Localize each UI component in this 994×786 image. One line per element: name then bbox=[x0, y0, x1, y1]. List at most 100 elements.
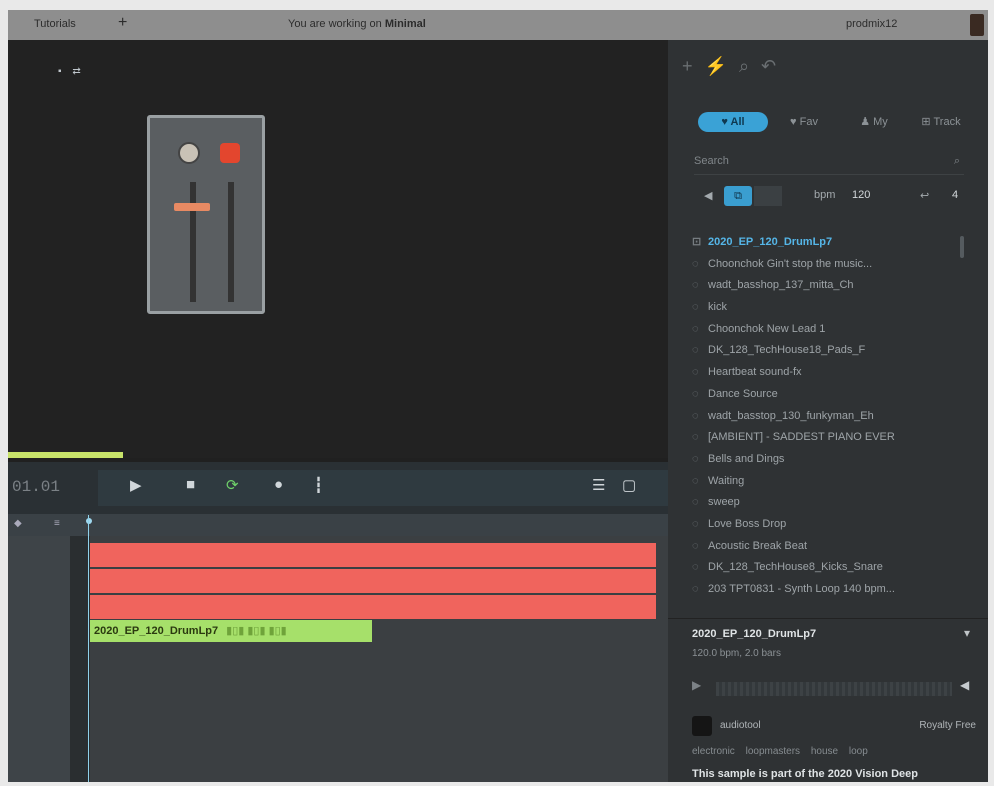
add-tab-button[interactable]: + bbox=[118, 14, 127, 32]
play-icon[interactable]: ▶ bbox=[130, 476, 142, 494]
tag-list: electronic loopmasters house loop bbox=[692, 746, 876, 757]
folder-icon[interactable]: ▢ bbox=[622, 476, 636, 494]
stop-icon[interactable]: ■ bbox=[186, 476, 195, 493]
transport-bar: 01.01 ▶ ■ ⟳ ● ┇ ☰ ▢ bbox=[8, 462, 668, 514]
list-item-label: 2020_EP_120_DrumLp7 bbox=[708, 236, 833, 248]
list-item[interactable]: ◌ wadt_basstop_130_funkyman_Eh bbox=[692, 406, 968, 428]
timeline-ruler[interactable]: ◆ ≡ bbox=[8, 514, 668, 536]
desktop-stage[interactable]: ▪ ⇄ bbox=[8, 40, 668, 458]
list-item-label: Choonchok Gin't stop the music... bbox=[708, 257, 873, 270]
sample-icon: ◌ bbox=[692, 474, 699, 487]
list-item-label: Bells and Dings bbox=[708, 452, 785, 465]
list-item[interactable]: ◌ 203 TPT0831 - Synth Loop 140 bpm... bbox=[692, 579, 968, 601]
sample-icon: ◌ bbox=[692, 583, 699, 595]
match-bpm-button[interactable]: ⧉ bbox=[724, 186, 752, 206]
speaker-icon[interactable]: ◀ bbox=[960, 678, 969, 692]
return-icon[interactable]: ↩ bbox=[920, 189, 929, 202]
record-icon[interactable]: ● bbox=[274, 476, 283, 493]
record-arm-button[interactable] bbox=[220, 143, 240, 163]
browser-panel: + ⚡ ⌕ ↶ ♥ All ♥ Fav ♟ My ⊞ Track Search ⌕ ◀… bbox=[668, 40, 988, 782]
sample-icon: ◌ bbox=[692, 452, 699, 465]
author-name[interactable]: audiotool bbox=[720, 720, 761, 731]
ruler-diamond-icon[interactable]: ◆ bbox=[14, 518, 22, 529]
sample-icon: ◌ bbox=[692, 301, 699, 314]
view-icons[interactable]: ▪ ⇄ bbox=[58, 66, 85, 77]
tag[interactable]: loopmasters bbox=[746, 746, 800, 757]
tag[interactable]: house bbox=[811, 746, 838, 757]
list-item[interactable]: ◌ DK_128_TechHouse8_Kicks_Snare bbox=[692, 557, 968, 579]
ruler-menu-icon[interactable]: ≡ bbox=[54, 518, 60, 529]
mixer-device[interactable] bbox=[147, 115, 265, 314]
add-icon[interactable]: + bbox=[682, 56, 693, 76]
author-avatar[interactable] bbox=[692, 716, 712, 736]
list-item-label: Acoustic Break Beat bbox=[708, 539, 808, 552]
waveform-preview[interactable] bbox=[716, 682, 952, 696]
chevron-down-icon[interactable]: ▾ bbox=[964, 626, 970, 640]
list-scrollbar[interactable] bbox=[960, 236, 964, 258]
search-input[interactable]: Search ⌕ bbox=[694, 148, 964, 175]
playhead[interactable] bbox=[88, 515, 89, 782]
selected-sample-title: 2020_EP_120_DrumLp7 bbox=[692, 628, 817, 640]
sample-icon: ◌ bbox=[692, 387, 699, 400]
license-label: Royalty Free bbox=[919, 720, 976, 731]
sample-description: This sample is part of the 2020 Vision D… bbox=[692, 768, 918, 780]
undo-icon[interactable]: ↶ bbox=[761, 56, 776, 76]
list-item-label: Choonchok New Lead 1 bbox=[708, 322, 826, 335]
bpm-value[interactable]: 120 bbox=[852, 189, 870, 201]
filter-my[interactable]: ♟ My bbox=[846, 112, 902, 132]
list-item-label: [AMBIENT] - SADDEST PIANO EVER bbox=[708, 431, 895, 444]
sample-icon: ◌ bbox=[692, 539, 699, 552]
list-item[interactable]: ◌ kick bbox=[692, 297, 968, 319]
rack-icon[interactable]: ☰ bbox=[592, 476, 605, 494]
volume-fader[interactable] bbox=[174, 203, 210, 211]
list-item[interactable]: ◌ [AMBIENT] - SADDEST PIANO EVER bbox=[692, 427, 968, 449]
search-icon[interactable]: ⌕ bbox=[954, 148, 960, 174]
filter-all[interactable]: ♥ All bbox=[698, 112, 768, 132]
green-clip[interactable]: 2020_EP_120_DrumLp7 ▮▯▮ ▮▯▮ ▮▯▮ bbox=[90, 620, 372, 642]
working-prefix: You are working on bbox=[288, 18, 382, 30]
list-item[interactable]: ⊡ 2020_EP_120_DrumLp7 bbox=[692, 232, 968, 254]
list-item[interactable]: ◌ DK_128_TechHouse18_Pads_F bbox=[692, 340, 968, 362]
sample-icon: ◌ bbox=[692, 431, 699, 444]
sample-icon: ◌ bbox=[692, 322, 699, 335]
username[interactable]: prodmix12 bbox=[846, 18, 897, 30]
list-item[interactable]: ◌ sweep bbox=[692, 492, 968, 514]
list-item[interactable]: ◌ Choonchok New Lead 1 bbox=[692, 319, 968, 341]
sample-icon: ◌ bbox=[692, 279, 699, 292]
list-item[interactable]: ◌ Acoustic Break Beat bbox=[692, 536, 968, 558]
list-item[interactable]: ◌ Heartbeat sound-fx bbox=[692, 362, 968, 384]
preview-play-icon[interactable]: ▶ bbox=[692, 678, 701, 692]
red-clip-3[interactable] bbox=[90, 595, 656, 619]
list-item[interactable]: ◌ wadt_basshop_137_mitta_Ch bbox=[692, 275, 968, 297]
list-item[interactable]: ◌ Waiting bbox=[692, 471, 968, 493]
list-item[interactable]: ◌ Dance Source bbox=[692, 384, 968, 406]
green-clip-waveform: ▮▯▮ ▮▯▮ ▮▯▮ bbox=[226, 625, 287, 637]
red-clip-1[interactable] bbox=[90, 543, 656, 567]
search-tool-icon[interactable]: ⌕ bbox=[739, 56, 749, 76]
filter-track[interactable]: ⊞ Track bbox=[908, 112, 974, 132]
avatar[interactable] bbox=[970, 14, 984, 36]
mixer-icon[interactable]: ┇ bbox=[314, 476, 323, 494]
previous-icon[interactable]: ◀ bbox=[704, 189, 712, 202]
list-item[interactable]: ◌ Bells and Dings bbox=[692, 449, 968, 471]
list-item[interactable]: ◌ Choonchok Gin't stop the music... bbox=[692, 254, 968, 276]
loop-icon[interactable]: ⟳ bbox=[226, 476, 239, 494]
secondary-toggle[interactable] bbox=[754, 186, 782, 206]
filter-fav[interactable]: ♥ Fav bbox=[776, 112, 832, 132]
loop-marker[interactable] bbox=[86, 518, 92, 524]
tag[interactable]: loop bbox=[849, 746, 868, 757]
list-item[interactable]: ◌ Love Boss Drop bbox=[692, 514, 968, 536]
gain-knob[interactable] bbox=[178, 142, 200, 164]
timeline-tab[interactable] bbox=[8, 452, 123, 458]
top-bar: Tutorials + You are working on Minimal p… bbox=[8, 10, 988, 40]
sample-icon: ⊡ bbox=[692, 236, 702, 248]
bpm-filter-row: ◀ ⧉ bpm 120 ↩ 4 bbox=[694, 186, 964, 208]
tag[interactable]: electronic bbox=[692, 746, 735, 757]
tab-tutorials[interactable]: Tutorials bbox=[34, 18, 76, 30]
author-row: audiotool Royalty Free bbox=[692, 716, 976, 738]
sample-icon: ◌ bbox=[692, 366, 699, 379]
samples-icon[interactable]: ⚡ bbox=[705, 56, 727, 76]
red-clip-2[interactable] bbox=[90, 569, 656, 593]
key-value[interactable]: 4 bbox=[952, 189, 958, 201]
sample-icon: ◌ bbox=[692, 517, 699, 530]
